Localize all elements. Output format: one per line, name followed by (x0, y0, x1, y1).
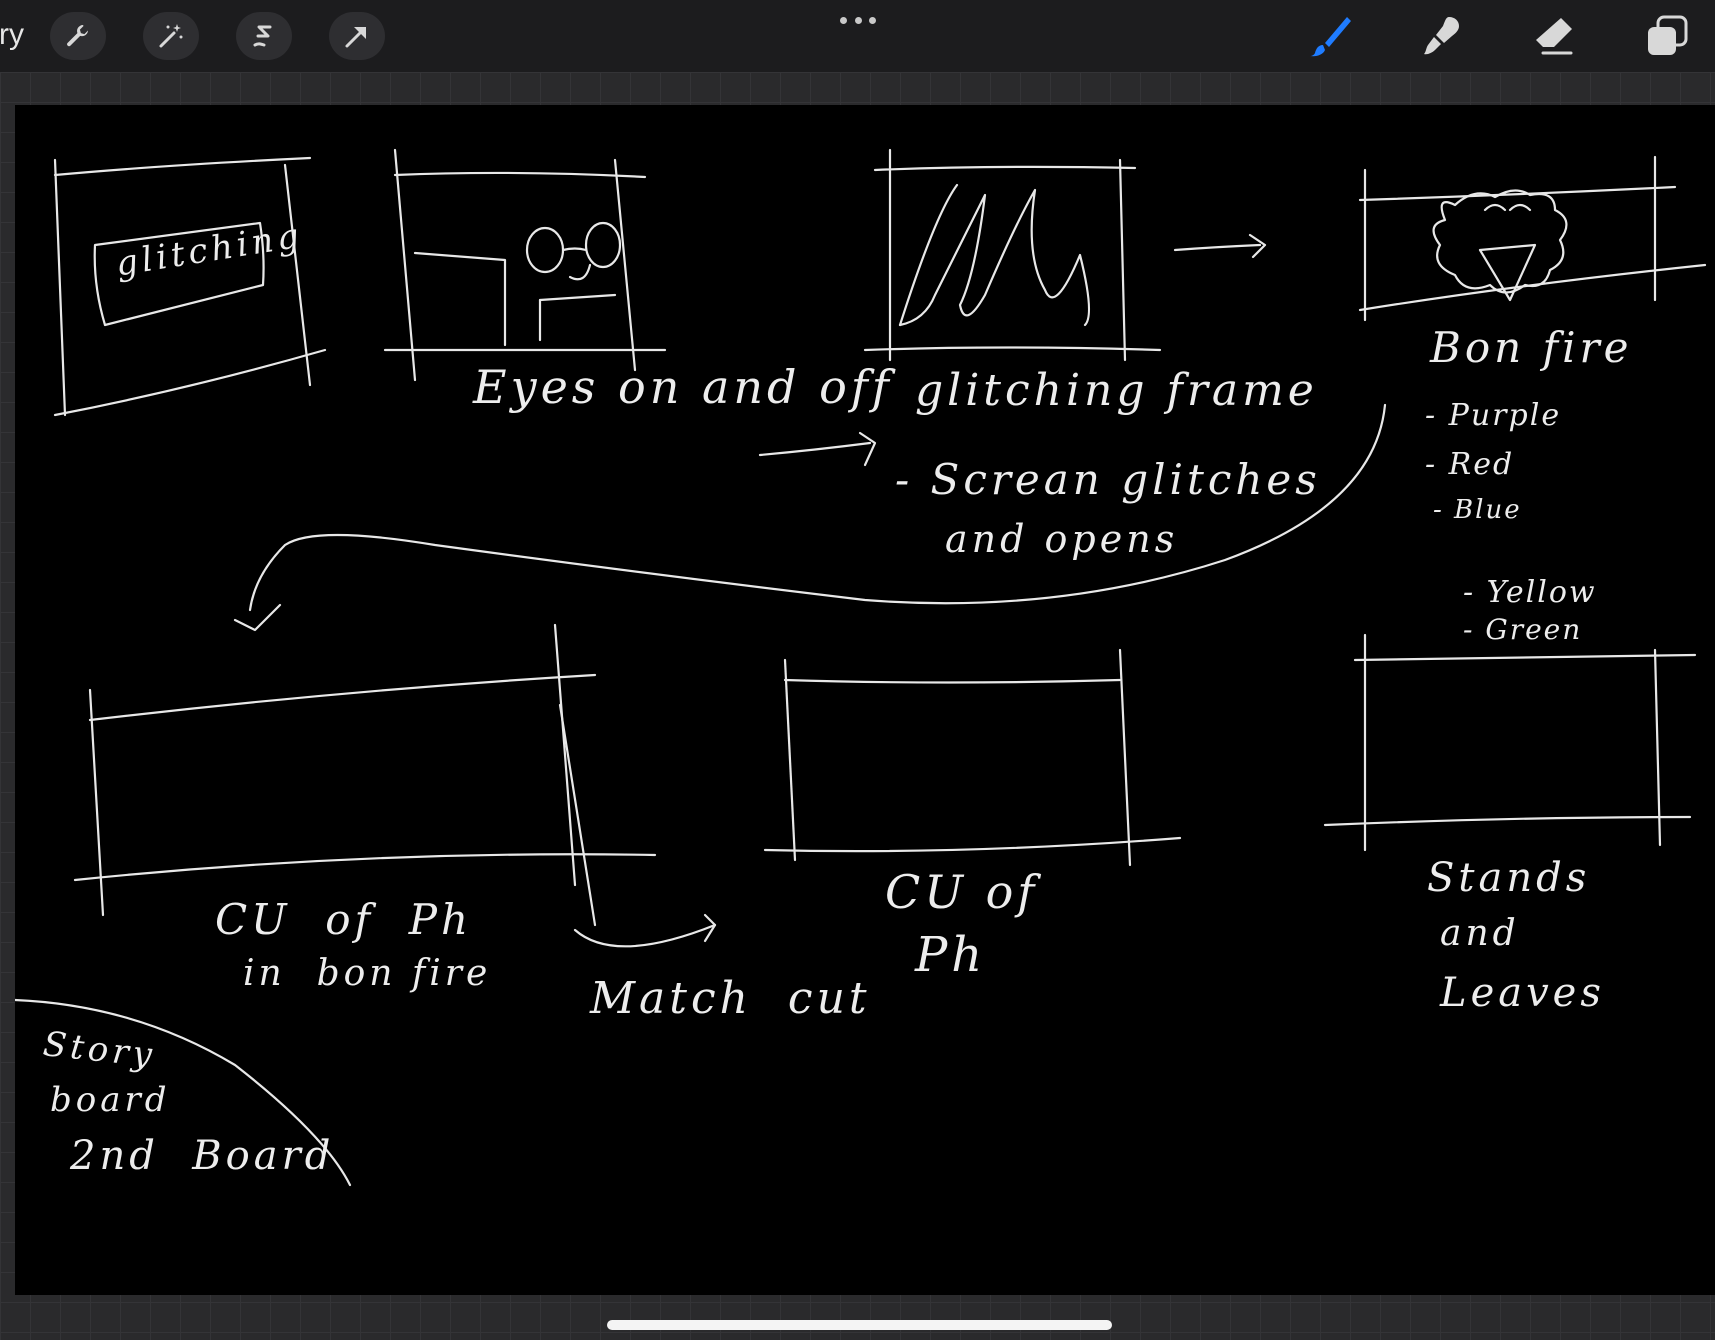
brush-tool-button[interactable] (1303, 10, 1357, 62)
more-options-icon[interactable] (840, 14, 876, 26)
selection-button[interactable] (236, 12, 292, 60)
layers-button[interactable] (1640, 10, 1694, 62)
cu-bonfire-line1: CU of Ph (215, 895, 473, 944)
gallery-link[interactable]: Gallery (0, 18, 24, 52)
wrench-icon (67, 25, 88, 47)
eraser-icon (1536, 18, 1573, 55)
magic-wand-icon (159, 24, 183, 48)
layers-icon (1648, 15, 1688, 55)
panel2-caption: Eyes on and off (473, 360, 893, 414)
top-toolbar: Gallery (0, 0, 1715, 72)
storyboard-sketch (15, 148, 1707, 1187)
home-indicator[interactable] (607, 1320, 1112, 1330)
panel3-caption: glitching frame (915, 365, 1318, 416)
brush-icon (1310, 17, 1351, 57)
color-blue: - Blue (1433, 495, 1522, 525)
transform-arrow-icon (345, 27, 366, 48)
cu-ph-line2: Ph (915, 927, 987, 983)
eraser-tool-button[interactable] (1527, 10, 1581, 62)
bonfire-title: Bon fire (1430, 323, 1633, 372)
color-yellow: - Yellow (1463, 575, 1597, 610)
color-purple: - Purple (1425, 398, 1562, 433)
drawing-canvas[interactable]: glitching Eyes on and off glitching fram… (15, 105, 1715, 1295)
cu-bonfire-line2: in bon fire (243, 953, 492, 994)
smudge-icon (1424, 17, 1459, 55)
actions-button[interactable] (50, 12, 106, 60)
color-red: - Red (1425, 447, 1515, 482)
story-line3: 2nd Board (70, 1133, 335, 1179)
match-cut-label: Match cut (590, 973, 871, 1024)
stands-line3: Leaves (1440, 970, 1605, 1016)
stands-line1: Stands (1427, 855, 1591, 901)
screen-note-line2: and opens (945, 517, 1179, 561)
story-line2: board (50, 1080, 171, 1120)
adjustments-button[interactable] (143, 12, 199, 60)
screen-note-line1: - Screan glitches (895, 455, 1321, 504)
stands-line2: and (1440, 913, 1520, 954)
color-green: - Green (1463, 613, 1583, 646)
smudge-tool-button[interactable] (1415, 10, 1469, 62)
transform-button[interactable] (329, 12, 385, 60)
selection-icon (253, 25, 272, 47)
cu-ph-line1: CU of (885, 865, 1039, 919)
